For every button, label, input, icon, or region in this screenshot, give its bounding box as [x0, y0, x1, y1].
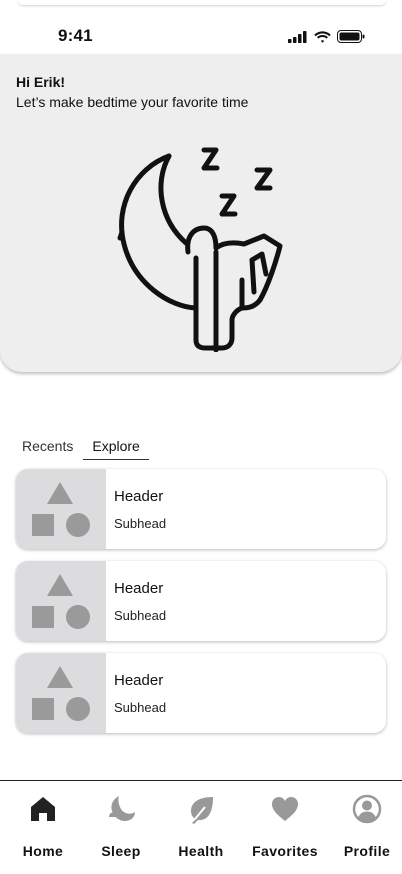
- card-thumbnail: [16, 561, 106, 641]
- profile-icon: [352, 794, 382, 824]
- list-card[interactable]: Header Subhead: [16, 653, 386, 733]
- nav-item-favorites[interactable]: Favorites: [250, 793, 320, 863]
- status-time: 9:41: [58, 26, 93, 45]
- nav-item-sleep[interactable]: Sleep: [86, 793, 156, 863]
- card-thumbnail: [16, 653, 106, 733]
- tab-recents[interactable]: Recents: [22, 438, 73, 460]
- tab-bar: Recents Explore: [22, 438, 149, 460]
- heart-icon: [272, 797, 298, 821]
- card-thumbnail: [16, 469, 106, 549]
- hero-card: Hi Erik! Let’s make bedtime your favorit…: [0, 54, 402, 372]
- card-subhead: Subhead: [114, 516, 167, 531]
- list-card[interactable]: Header Subhead: [16, 561, 386, 641]
- card-subhead: Subhead: [114, 608, 167, 623]
- nav-label-favorites: Favorites: [252, 843, 318, 859]
- shapes-placeholder-icon: [32, 574, 90, 629]
- sleep-icon: [109, 796, 135, 821]
- card-subhead: Subhead: [114, 700, 167, 715]
- sleeping-moon-cat-illustration: [117, 147, 283, 352]
- leaf-icon: [191, 797, 213, 824]
- nav-label-health: Health: [178, 843, 224, 859]
- nav-label-sleep: Sleep: [101, 843, 141, 859]
- nav-item-health[interactable]: Health: [166, 793, 236, 863]
- shapes-placeholder-icon: [32, 666, 90, 721]
- bottom-nav: Home Sleep Health Favorites Profile: [0, 780, 402, 874]
- greeting: Hi Erik!: [16, 74, 66, 90]
- nav-item-home[interactable]: Home: [8, 793, 78, 863]
- nav-item-profile[interactable]: Profile: [332, 793, 402, 863]
- status-bar: 9:41: [0, 22, 402, 50]
- tagline: Let’s make bedtime your favorite time: [16, 94, 249, 110]
- status-icons: [288, 30, 365, 43]
- wifi-icon: [314, 30, 331, 43]
- nav-label-profile: Profile: [343, 843, 391, 859]
- card-header: Header: [114, 672, 164, 689]
- card-header: Header: [114, 580, 164, 597]
- previous-sheet-edge: [18, 0, 386, 5]
- shapes-placeholder-icon: [32, 482, 90, 537]
- list-card[interactable]: Header Subhead: [16, 469, 386, 549]
- nav-label-home: Home: [22, 843, 64, 859]
- tab-explore[interactable]: Explore: [83, 438, 149, 460]
- battery-icon: [337, 30, 365, 43]
- card-header: Header: [114, 488, 164, 505]
- home-icon: [31, 797, 55, 821]
- cellular-signal-icon: [288, 30, 307, 43]
